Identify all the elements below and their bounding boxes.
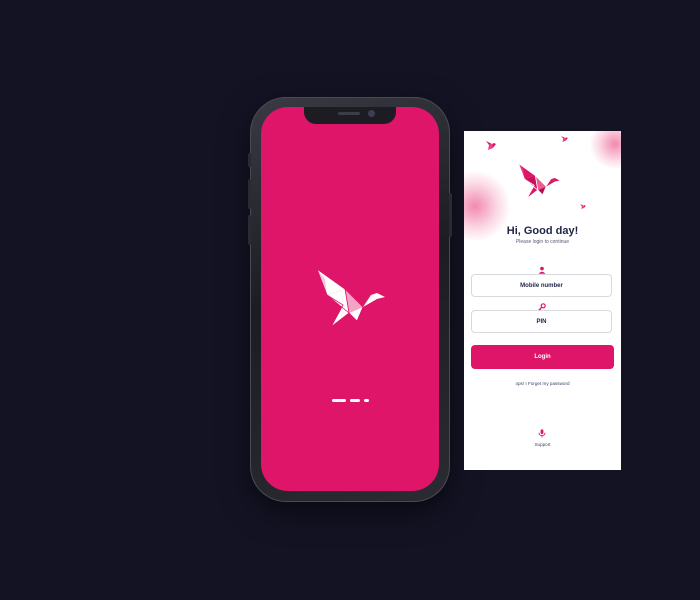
showcase-stage: Hi, Good day! Please login to continue M… [0, 0, 700, 600]
mini-bird-icon [580, 204, 586, 209]
login-subtitle: Please login to continue [515, 239, 570, 245]
phone-notch [304, 107, 396, 124]
pin-placeholder: PIN [536, 318, 547, 325]
microphone-icon[interactable] [538, 429, 546, 438]
support-link[interactable]: Support [464, 442, 621, 447]
pin-input[interactable]: PIN [471, 310, 612, 333]
front-camera [368, 110, 375, 117]
login-button[interactable]: Login [471, 345, 614, 369]
mobile-number-placeholder: Mobile number [520, 282, 563, 289]
origami-bird-icon [517, 163, 560, 199]
phone-mute-switch [248, 153, 251, 167]
phone-volume-down [248, 215, 251, 245]
mini-bird-icon [561, 136, 568, 142]
greeting-title: Hi, Good day! [506, 225, 579, 237]
phone-mockup [248, 97, 452, 502]
user-icon [538, 266, 546, 274]
phone-volume-up [248, 179, 251, 209]
mini-bird-icon [486, 141, 496, 150]
speaker-grille [338, 112, 360, 115]
decorative-blob [590, 131, 621, 169]
loading-dashes-icon [332, 399, 369, 403]
forgot-password-link[interactable]: ops! I Forget my password [464, 381, 621, 386]
splash-screen [261, 107, 439, 491]
origami-bird-icon [316, 268, 385, 328]
phone-power-button [449, 193, 452, 237]
mobile-number-input[interactable]: Mobile number [471, 274, 612, 297]
login-screen: Hi, Good day! Please login to continue M… [464, 131, 621, 470]
